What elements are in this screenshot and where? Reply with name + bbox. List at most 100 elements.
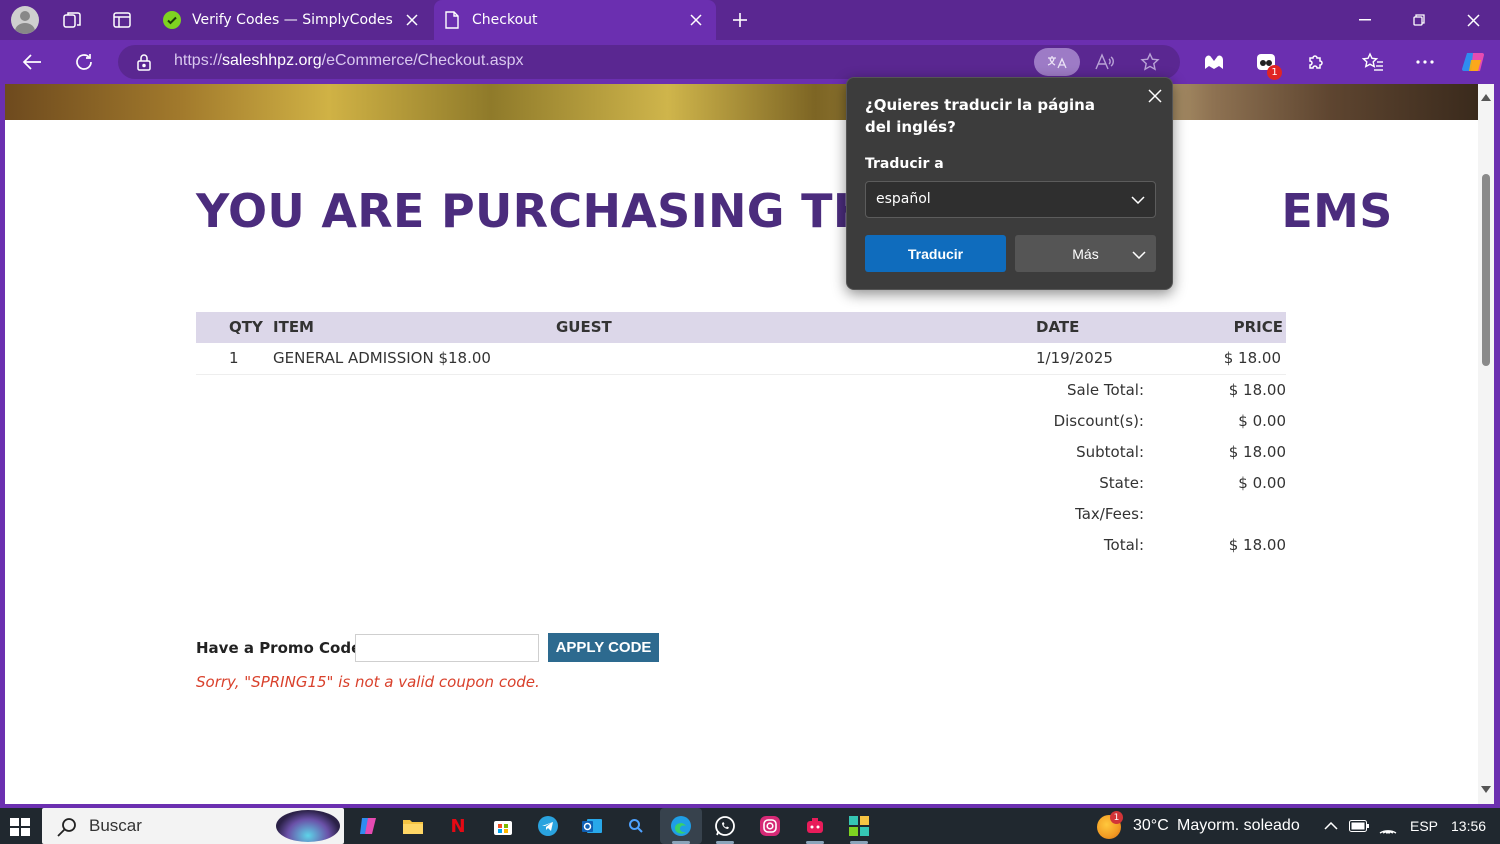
cell-item: GENERAL ADMISSION $18.00	[273, 349, 491, 367]
close-tab-icon[interactable]	[398, 6, 426, 34]
search-highlight-image	[276, 810, 340, 842]
address-bar[interactable]: https://saleshhpz.org/eCommerce/Checkout…	[118, 45, 1180, 79]
col-date: DATE	[1036, 318, 1080, 336]
col-price: PRICE	[1233, 318, 1283, 336]
simplycodes-icon	[163, 11, 181, 29]
search-placeholder: Buscar	[89, 816, 142, 835]
back-button[interactable]	[16, 46, 48, 78]
clock-time[interactable]: 13:56	[1451, 818, 1486, 834]
instagram-icon[interactable]	[757, 813, 783, 839]
battery-icon[interactable]	[1349, 816, 1369, 836]
url-text[interactable]: https://saleshhpz.org/eCommerce/Checkout…	[174, 52, 524, 70]
subtotal-value: $ 18.00	[1228, 443, 1286, 461]
sale-total-value: $ 18.00	[1228, 381, 1286, 399]
translate-icon[interactable]	[1034, 48, 1080, 76]
refresh-button[interactable]	[68, 46, 100, 78]
favorites-icon[interactable]	[1357, 46, 1389, 78]
outlook-icon[interactable]	[579, 813, 605, 839]
sale-total-label: Sale Total:	[1067, 381, 1144, 399]
translate-popup: ¿Quieres traducir la página del inglés? …	[846, 77, 1173, 290]
copilot-app-icon[interactable]	[356, 813, 382, 839]
selected-language: español	[876, 191, 931, 207]
tab-title: Checkout	[472, 12, 538, 28]
coupon-error-message: Sorry, "SPRING15" is not a valid coupon …	[196, 673, 540, 691]
weather-text[interactable]: Mayorm. soleado	[1177, 817, 1300, 835]
new-tab-button[interactable]	[726, 6, 754, 34]
total-label: Total:	[1103, 536, 1144, 554]
promo-code-input[interactable]	[355, 634, 539, 662]
tab-strip: Verify Codes — SimplyCodes Checkout	[0, 0, 1500, 40]
title-left: YOU ARE PURCHASING THE F	[196, 184, 952, 238]
col-qty: QTY	[229, 318, 263, 336]
title-right: EMS	[1281, 184, 1393, 238]
taskbar-search[interactable]: Buscar	[42, 808, 344, 844]
scroll-thumb[interactable]	[1482, 174, 1490, 366]
windows-start-icon[interactable]	[10, 818, 30, 836]
netflix-icon[interactable]: N	[445, 813, 471, 839]
popup-title: ¿Quieres traducir la página del inglés?	[865, 96, 1095, 136]
chevron-up-icon[interactable]	[1321, 816, 1341, 836]
close-tab-icon[interactable]	[682, 6, 710, 34]
chevron-down-icon	[1132, 246, 1146, 262]
scroll-down-icon[interactable]	[1481, 784, 1491, 794]
promo-code-label: Have a Promo Code?	[196, 639, 370, 657]
more-options-icon[interactable]	[1409, 46, 1441, 78]
malwarebytes-icon[interactable]	[1198, 46, 1230, 78]
edge-browser-icon[interactable]	[660, 808, 702, 844]
read-aloud-icon[interactable]	[1090, 48, 1118, 76]
header-banner-image	[5, 84, 1478, 120]
favorite-star-icon[interactable]	[1136, 48, 1164, 76]
tab-title: Verify Codes — SimplyCodes	[192, 12, 393, 28]
table-row: 1 GENERAL ADMISSION $18.00 1/19/2025 $ 1…	[196, 343, 1286, 375]
url-scheme: https://	[174, 52, 223, 69]
search-icon	[56, 816, 78, 842]
state-value: $ 0.00	[1238, 474, 1286, 492]
cell-date: 1/19/2025	[1036, 349, 1113, 367]
language-select[interactable]: español	[865, 181, 1156, 218]
order-table-header: QTY ITEM GUEST DATE PRICE	[196, 312, 1286, 343]
page-icon	[443, 11, 461, 29]
cell-price: $ 18.00	[1223, 349, 1281, 367]
tab-actions-icon[interactable]	[108, 6, 136, 34]
lock-icon[interactable]	[136, 53, 152, 75]
restore-button[interactable]	[1392, 0, 1446, 40]
workspaces-icon[interactable]	[58, 6, 86, 34]
file-explorer-icon[interactable]	[400, 813, 426, 839]
url-path: /eCommerce/Checkout.aspx	[321, 52, 524, 69]
copilot-icon[interactable]	[1458, 46, 1490, 78]
tab-checkout[interactable]: Checkout	[434, 0, 716, 40]
col-item: ITEM	[273, 318, 314, 336]
profile-avatar[interactable]	[11, 6, 39, 34]
extensions-puzzle-icon[interactable]	[1300, 46, 1332, 78]
teal-app-icon[interactable]	[846, 813, 872, 839]
more-button[interactable]: Más	[1015, 235, 1156, 272]
roblox-icon[interactable]	[802, 813, 828, 839]
apply-code-button[interactable]: APPLY CODE	[548, 633, 659, 662]
translate-button[interactable]: Traducir	[865, 235, 1006, 272]
telegram-icon[interactable]	[535, 813, 561, 839]
weather-badge: 1	[1110, 811, 1123, 824]
subtotal-label: Subtotal:	[1076, 443, 1144, 461]
temperature[interactable]: 30°C	[1133, 817, 1169, 835]
page-scrollbar[interactable]	[1478, 84, 1494, 804]
whatsapp-icon[interactable]	[712, 813, 738, 839]
web-page: YOU ARE PURCHASING THE F EMS QTY ITEM GUE…	[5, 84, 1478, 804]
discounts-value: $ 0.00	[1238, 412, 1286, 430]
microsoft-store-icon[interactable]	[490, 813, 516, 839]
page-title: YOU ARE PURCHASING THE F EMS	[196, 184, 1393, 238]
discounts-label: Discount(s):	[1053, 412, 1144, 430]
tax-fees-label: Tax/Fees:	[1075, 505, 1144, 523]
close-window-button[interactable]	[1446, 0, 1500, 40]
wifi-icon[interactable]	[1378, 816, 1398, 836]
cell-qty: 1	[229, 349, 239, 367]
state-label: State:	[1099, 474, 1144, 492]
input-language[interactable]: ESP	[1410, 818, 1438, 834]
tab-verify-codes[interactable]: Verify Codes — SimplyCodes	[154, 0, 432, 40]
close-popup-icon[interactable]	[1143, 84, 1167, 108]
extension-badge: 1	[1267, 65, 1282, 80]
scroll-up-icon[interactable]	[1481, 92, 1491, 102]
translate-to-label: Traducir a	[865, 156, 944, 172]
url-host: saleshhpz.org	[222, 52, 322, 69]
search-app-icon[interactable]	[623, 813, 649, 839]
minimize-button[interactable]	[1338, 0, 1392, 40]
